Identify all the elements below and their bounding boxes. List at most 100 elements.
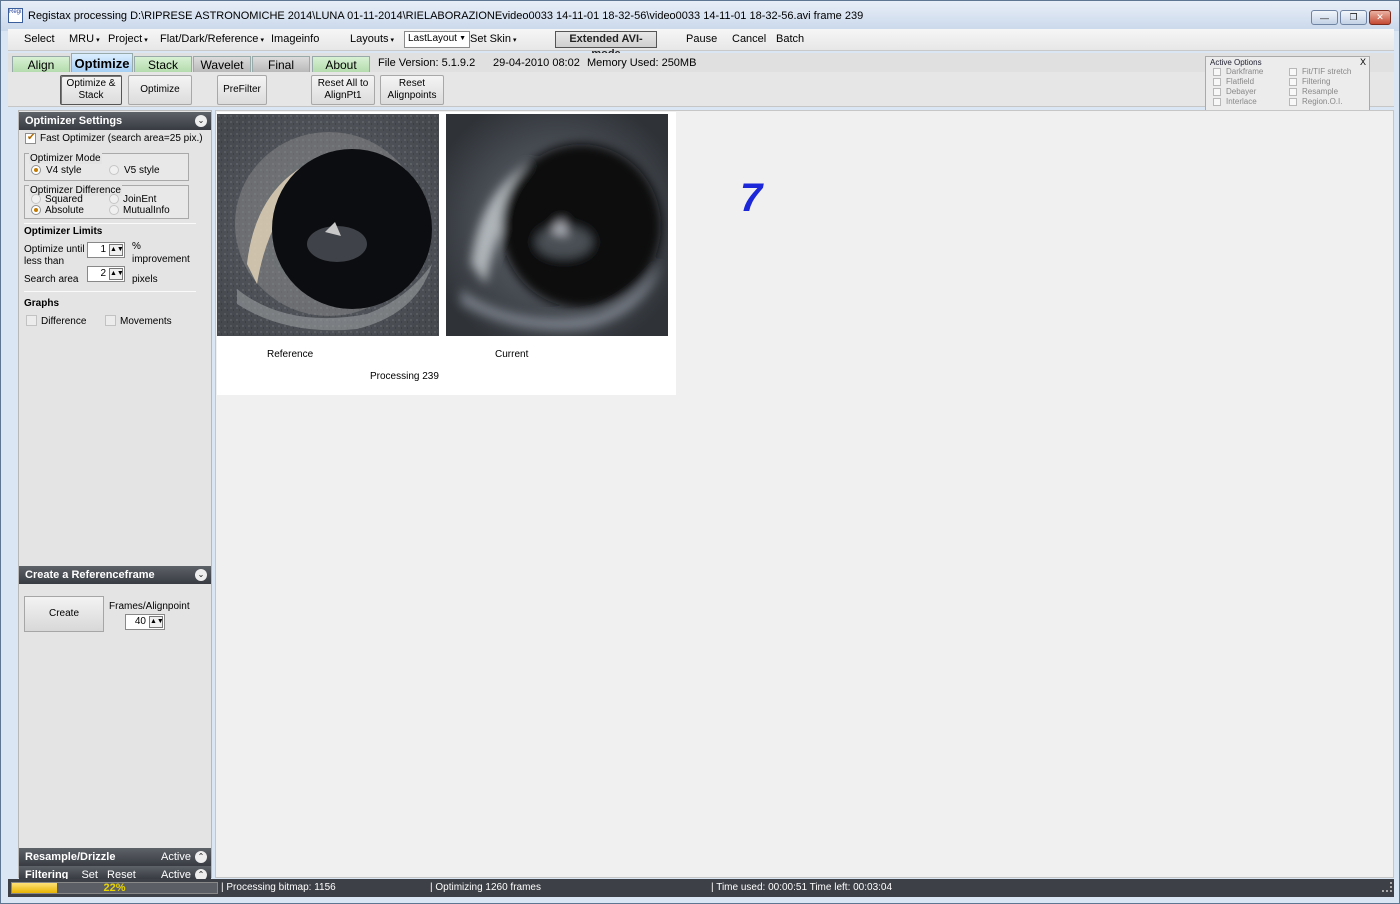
optimizer-settings-header[interactable]: Optimizer Settings ⌄ [19,112,211,130]
joinent-radio[interactable] [109,194,119,204]
menu-flat-dark-reference[interactable]: Flat/Dark/Reference ▾ [160,33,264,45]
optimizer-settings-title: Optimizer Settings [25,115,123,127]
frames-alignpoint-value: 40 [134,616,146,627]
filtering-reset-link[interactable]: Reset [107,869,136,879]
active-options-close-icon[interactable]: X [1360,57,1366,67]
minimize-icon: — [1320,12,1329,23]
active-options-panel: Active Options X Darkframe Flatfield Deb… [1205,56,1370,112]
menu-layouts[interactable]: Layouts ▾ [350,33,394,45]
image-compare-panel: Reference Current Processing 239 [217,112,676,395]
active-options-title: Active Options [1210,58,1262,67]
spin-arrows-icon[interactable]: ▲▼ [149,616,164,628]
layout-select[interactable]: LastLayout ▼ [404,31,470,48]
optimize-until-stepper[interactable]: 1 ▲▼ [87,242,125,258]
menu-imageinfo[interactable]: Imageinfo [271,33,319,45]
resample-drizzle-header[interactable]: Resample/Drizzle Active ⌃ [19,848,211,866]
option-fit-tif-stretch[interactable]: Fit/TIF stretch [1289,67,1351,76]
v4-style-label: V4 style [46,165,82,176]
option-resample[interactable]: Resample [1289,87,1338,96]
minimize-button[interactable]: — [1311,10,1338,25]
extended-avi-mode-button[interactable]: Extended AVI-mode [555,31,657,60]
option-flatfield[interactable]: Flatfield [1213,77,1254,86]
option-darkframe[interactable]: Darkframe [1213,67,1263,76]
menu-set-skin-label: Set Skin [470,33,511,45]
option-region-oi[interactable]: Region.O.I. [1289,97,1342,106]
batch-button[interactable]: Batch [776,33,804,45]
option-label: Fit/TIF stretch [1302,67,1352,76]
option-filtering[interactable]: Filtering [1289,77,1330,86]
maximize-icon: ❐ [1349,12,1358,22]
referenceframe-title: Create a Referenceframe [25,569,155,581]
joinent-label: JoinEnt [123,194,157,205]
resample-active-label: Active [161,851,191,863]
spin-arrows-icon[interactable]: ▲▼ [109,268,124,280]
v4-style-radio[interactable] [31,165,41,175]
menu-project-label: Project [108,33,143,45]
close-button[interactable]: ✕ [1369,10,1391,25]
expand-icon[interactable]: ⌃ [195,869,207,879]
search-area-label: Search area [24,274,79,285]
registax-window: RegiStax Registax processing D:\RIPRESE … [0,0,1400,904]
frames-alignpoint-label: Frames/Alignpoint [109,601,190,612]
reference-caption: Reference [267,349,314,360]
menu-set-skin[interactable]: Set Skin ▾ [470,33,516,45]
frames-alignpoint-stepper[interactable]: 40 ▲▼ [125,614,165,630]
toolbar: Optimize & Stack Optimize PreFilter Rese… [8,72,1394,107]
squared-radio[interactable] [31,194,41,204]
tab-optimize[interactable]: Optimize [71,53,133,72]
reset-alignpoints-button[interactable]: Reset Alignpoints [380,75,444,105]
reset-all-to-alignpt1-button[interactable]: Reset All to AlignPt1 [311,75,375,105]
squared-label: Squared [45,194,83,205]
referenceframe-header[interactable]: Create a Referenceframe ⌄ [19,566,211,584]
collapse-icon[interactable]: ⌄ [195,115,207,127]
spin-arrows-icon[interactable]: ▲▼ [109,244,124,256]
expand-icon[interactable]: ⌃ [195,851,207,863]
menu-project[interactable]: Project ▾ [108,33,148,45]
option-debayer[interactable]: Debayer [1213,87,1256,96]
graphs-title: Graphs [24,298,60,309]
dropdown-arrow-icon: ▼ [459,35,466,42]
resize-grip-icon[interactable] [1382,882,1392,892]
reference-image [217,114,439,336]
filtering-set-link[interactable]: Set [81,869,98,879]
prefilter-button[interactable]: PreFilter [217,75,267,105]
search-area-stepper[interactable]: 2 ▲▼ [87,266,125,282]
movements-checkbox[interactable] [105,315,116,326]
checkbox-icon [1213,87,1221,96]
optimizer-mode-title: Optimizer Mode [29,153,102,164]
difference-checkbox[interactable] [26,315,37,326]
fast-optimizer-checkbox[interactable] [25,132,36,144]
option-label: Interlace [1226,97,1257,106]
maximize-button[interactable]: ❐ [1340,10,1367,25]
option-label: Flatfield [1226,77,1255,86]
chevron-down-icon: ▾ [96,37,100,44]
tab-align[interactable]: Align [12,56,70,72]
optimize-and-stack-button[interactable]: Optimize & Stack [60,75,122,105]
create-button[interactable]: Create [24,596,104,632]
absolute-label: Absolute [45,205,84,216]
tab-stack[interactable]: Stack [134,56,192,72]
status-bar: 22% | Processing bitmap: 1156 | Optimizi… [8,879,1394,897]
v5-style-radio[interactable] [109,165,119,175]
pause-button[interactable]: Pause [686,33,717,45]
search-area-value: 2 [100,268,106,279]
tab-about[interactable]: About [312,56,370,72]
menu-mru[interactable]: MRU ▾ [69,33,100,45]
chevron-down-icon: ▾ [512,37,517,44]
option-interlace[interactable]: Interlace [1213,97,1257,106]
improvement-label: improvement [132,254,190,265]
menu-select[interactable]: Select [24,33,55,45]
filtering-header[interactable]: Filtering Set Reset Active ⌃ [19,866,211,879]
collapse-icon[interactable]: ⌄ [195,569,207,581]
tab-wavelet[interactable]: Wavelet [193,56,251,72]
mutualinfo-radio[interactable] [109,205,119,215]
checkbox-icon [1289,67,1297,76]
optimize-button[interactable]: Optimize [128,75,192,105]
tab-strip: Align Optimize Stack Wavelet Final About… [8,53,1394,72]
mutualinfo-label: MutualInfo [123,205,170,216]
tab-final[interactable]: Final [252,56,310,72]
cancel-button[interactable]: Cancel [732,33,766,45]
percent-label: % [132,241,141,252]
option-label: Resample [1302,87,1339,96]
absolute-radio[interactable] [31,205,41,215]
